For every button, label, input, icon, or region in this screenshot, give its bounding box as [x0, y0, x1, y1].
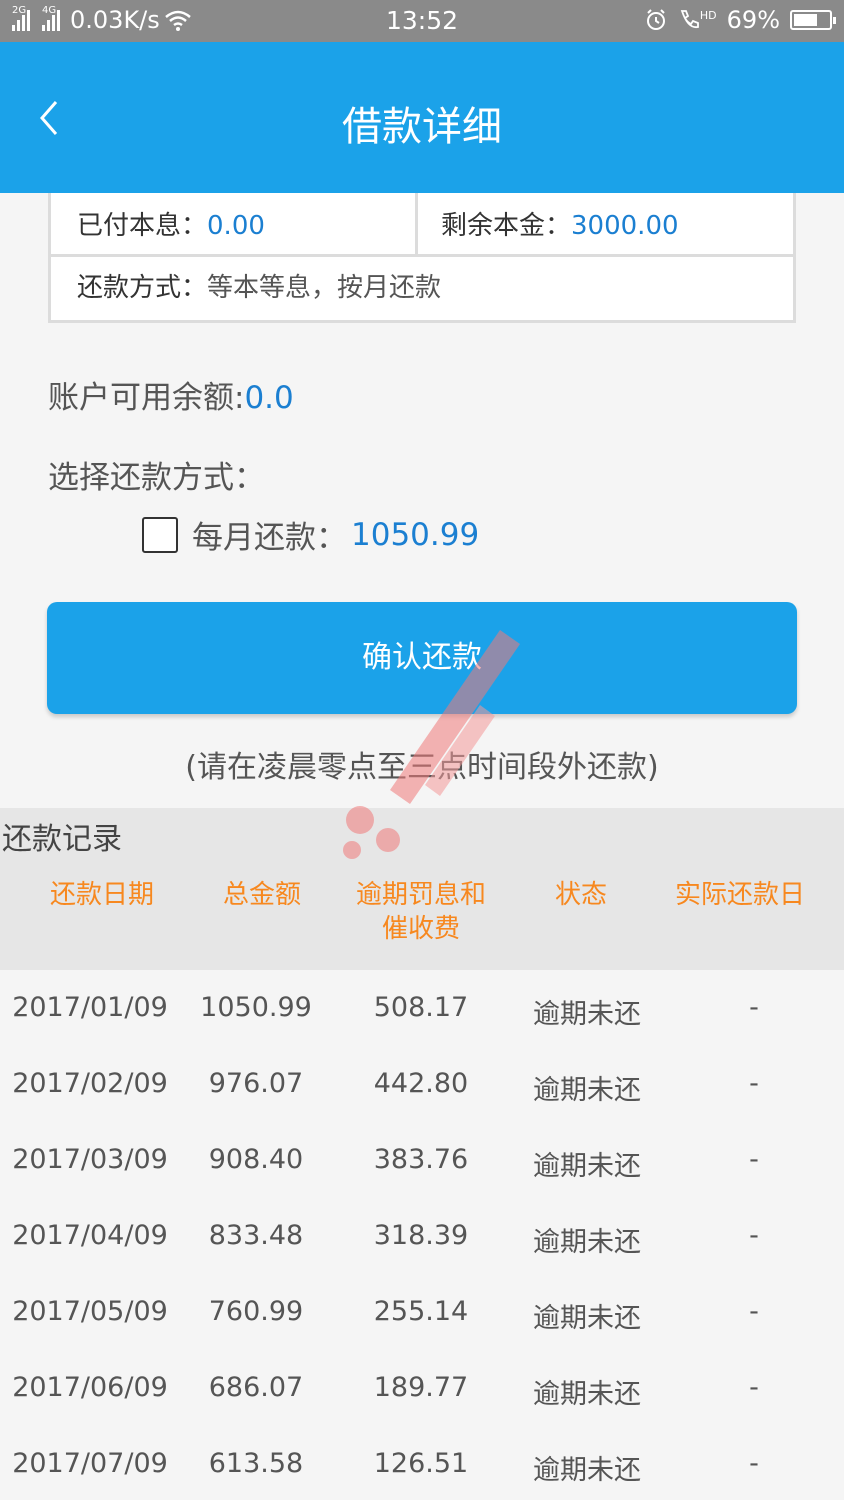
cell-actual-date: -	[749, 1448, 759, 1479]
col-penalty-line1: 逾期罚息和	[355, 880, 486, 910]
cell-status: 逾期未还	[533, 1455, 641, 1486]
table-row: 2017/06/09 686.07 189.77 逾期未还 -	[0, 1350, 844, 1426]
table-row: 2017/05/09 760.99 255.14 逾期未还 -	[0, 1274, 844, 1350]
battery-percent: 69%	[726, 6, 780, 34]
cell-penalty: 442.80	[373, 1068, 469, 1099]
monthly-option[interactable]: 每月还款： 1050.99	[142, 512, 479, 557]
cell-date: 2017/03/09	[12, 1144, 168, 1175]
loan-info-card: 已付本息：0.00 剩余本金：3000.00 还款方式：等本等息，按月还款	[48, 193, 796, 323]
method-label: 还款方式：	[77, 273, 208, 303]
cell-total: 1050.99	[200, 992, 312, 1023]
remaining-principal: 剩余本金：3000.00	[441, 193, 679, 257]
cell-penalty: 383.76	[373, 1144, 469, 1175]
monthly-label: 每月还款：	[192, 520, 347, 556]
col-date: 还款日期	[49, 880, 154, 910]
status-bar: 2G 4G 0.03K/s 13:52 HD 69%	[0, 0, 844, 42]
choose-method-label: 选择还款方式：	[48, 460, 265, 496]
col-penalty-line2: 催收费	[381, 914, 460, 944]
table-row: 2017/03/09 908.40 383.76 逾期未还 -	[0, 1122, 844, 1198]
remaining-label: 剩余本金：	[441, 211, 572, 241]
cell-actual-date: -	[749, 1068, 759, 1099]
cell-total: 613.58	[208, 1448, 304, 1479]
cell-date: 2017/07/09	[12, 1448, 168, 1479]
hd-call-icon: HD	[678, 9, 717, 31]
paid-label: 已付本息：	[77, 211, 208, 241]
cell-status: 逾期未还	[533, 1379, 641, 1410]
cell-status: 逾期未还	[533, 1303, 641, 1334]
paid-value: 0.00	[207, 211, 265, 241]
cell-date: 2017/05/09	[12, 1296, 168, 1327]
cell-status: 逾期未还	[533, 999, 641, 1030]
alarm-icon	[646, 9, 665, 30]
cell-penalty: 189.77	[373, 1372, 469, 1403]
cell-total: 760.99	[208, 1296, 304, 1327]
cell-actual-date: -	[749, 1372, 759, 1403]
confirm-repayment-button[interactable]: 确认还款	[47, 602, 797, 714]
repayment-method: 还款方式：等本等息，按月还款	[77, 257, 441, 320]
method-value: 等本等息，按月还款	[207, 273, 442, 303]
remaining-value: 3000.00	[571, 211, 679, 241]
paid-principal-interest: 已付本息：0.00	[77, 193, 265, 257]
monthly-checkbox[interactable]	[142, 516, 178, 553]
balance-label: 账户可用余额:	[48, 380, 245, 416]
col-status: 状态	[554, 880, 607, 910]
col-penalty: 逾期罚息和 催收费	[340, 878, 502, 946]
cell-status: 逾期未还	[533, 1075, 641, 1106]
cell-total: 908.40	[208, 1144, 304, 1175]
monthly-amount: 1050.99	[351, 516, 480, 553]
cell-actual-date: -	[749, 1144, 759, 1175]
cell-penalty: 255.14	[373, 1296, 469, 1327]
table-row: 2017/01/09 1050.99 508.17 逾期未还 -	[0, 970, 844, 1046]
col-actual-date: 实际还款日	[674, 880, 805, 910]
cell-date: 2017/01/09	[12, 992, 168, 1023]
cell-actual-date: -	[749, 1296, 759, 1327]
table-row: 2017/04/09 833.48 318.39 逾期未还 -	[0, 1198, 844, 1274]
cell-total: 976.07	[208, 1068, 304, 1099]
table-row: 2017/02/09 976.07 442.80 逾期未还 -	[0, 1046, 844, 1122]
cell-status: 逾期未还	[533, 1151, 641, 1182]
cell-total: 833.48	[208, 1220, 304, 1251]
divider	[415, 193, 418, 257]
time-notice: (请在凌晨零点至三点时间段外还款)	[185, 750, 659, 785]
status-right: HD 69%	[644, 6, 836, 34]
records-list: 2017/01/09 1050.99 508.17 逾期未还 - 2017/02…	[0, 970, 844, 1500]
cell-actual-date: -	[749, 1220, 759, 1251]
cell-status: 逾期未还	[533, 1227, 641, 1258]
balance-value: 0.0	[244, 380, 294, 416]
col-total: 总金额	[222, 880, 301, 910]
battery-icon	[790, 10, 836, 30]
app-bar: 借款详细	[0, 42, 844, 193]
cell-date: 2017/06/09	[12, 1372, 168, 1403]
cell-penalty: 508.17	[373, 992, 469, 1023]
table-row: 2017/07/09 613.58 126.51 逾期未还 -	[0, 1426, 844, 1500]
account-balance: 账户可用余额:0.0	[48, 372, 294, 417]
page-title: 借款详细	[342, 104, 502, 150]
cell-penalty: 318.39	[373, 1220, 469, 1251]
cell-total: 686.07	[208, 1372, 304, 1403]
cell-date: 2017/04/09	[12, 1220, 168, 1251]
cell-penalty: 126.51	[373, 1448, 469, 1479]
cell-actual-date: -	[749, 992, 759, 1023]
hd-label: HD	[699, 9, 717, 22]
records-title: 还款记录	[2, 822, 122, 857]
repayment-records-header: 还款记录 还款日期 总金额 逾期罚息和 催收费 状态 实际还款日	[0, 808, 844, 970]
cell-date: 2017/02/09	[12, 1068, 168, 1099]
info-row-amounts: 已付本息：0.00 剩余本金：3000.00	[51, 193, 793, 257]
